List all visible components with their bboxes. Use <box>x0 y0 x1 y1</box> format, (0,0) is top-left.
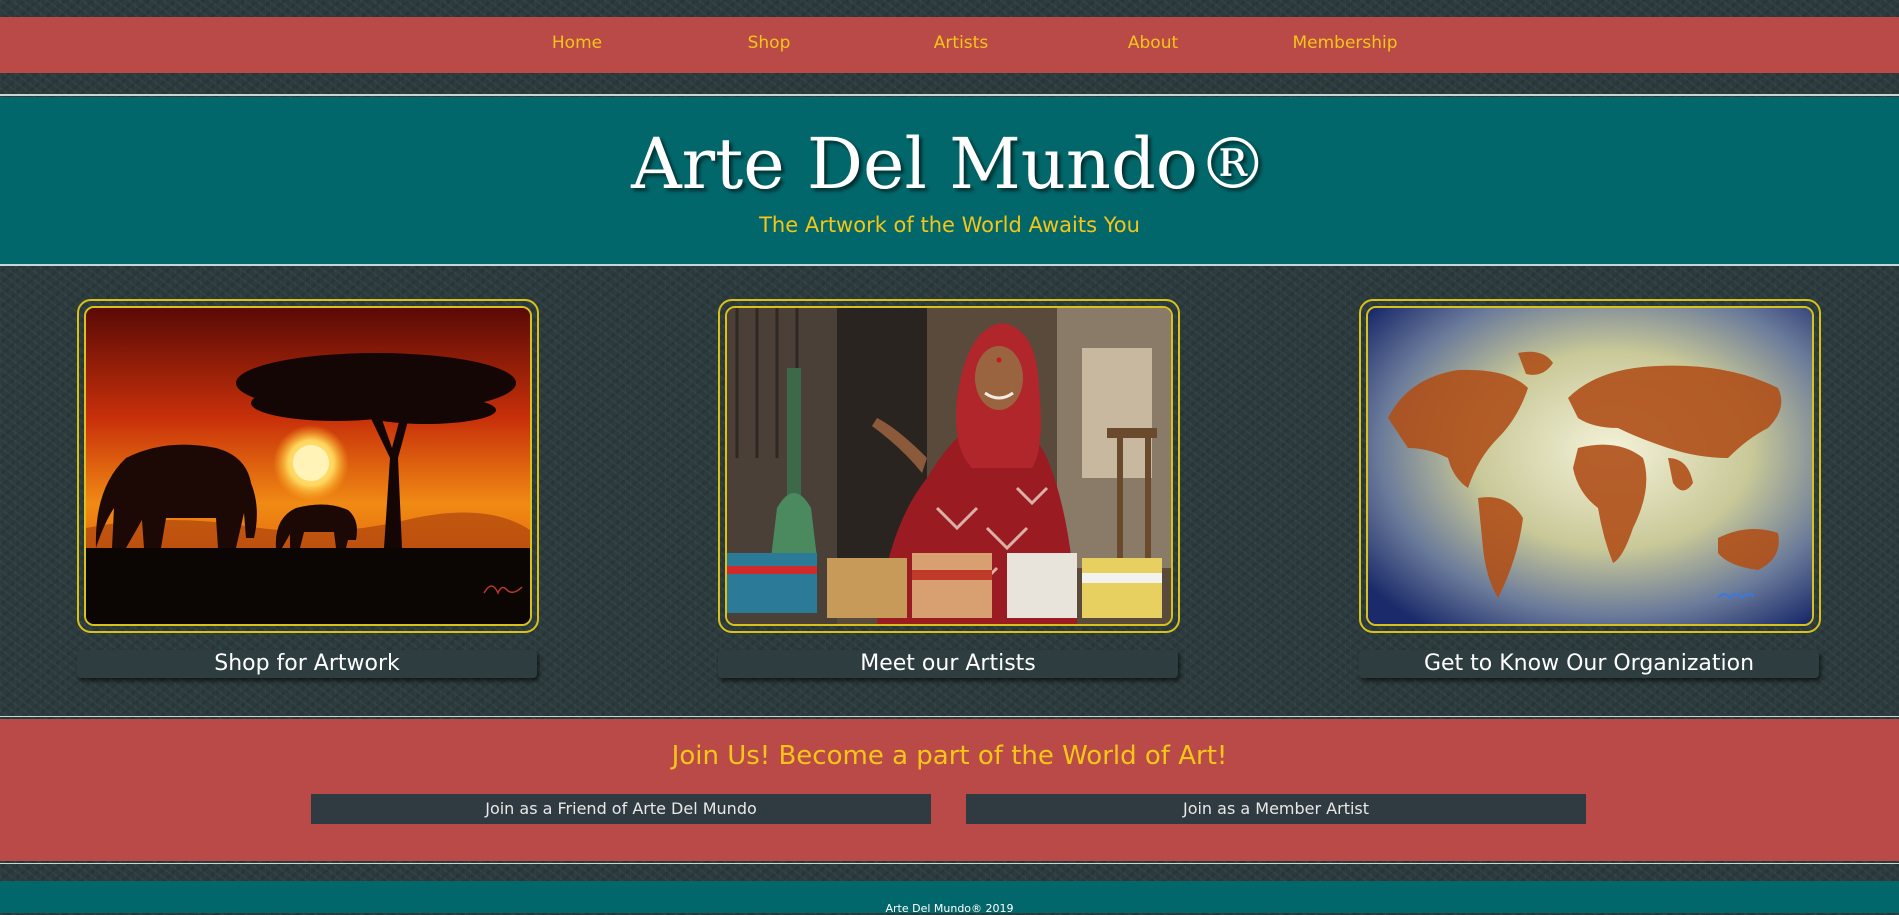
top-navigation: Home Shop Artists About Membership <box>0 17 1899 73</box>
artisan-woman-image[interactable] <box>725 306 1173 626</box>
join-section: Join Us! Become a part of the World of A… <box>0 719 1899 861</box>
nav-about[interactable]: About <box>1128 33 1178 53</box>
site-tagline: The Artwork of the World Awaits You <box>759 213 1140 237</box>
world-map-image[interactable] <box>1366 306 1814 626</box>
copyright-text: Arte Del Mundo® 2019 <box>885 902 1014 915</box>
site-title: Arte Del Mundo® <box>631 123 1268 205</box>
meet-our-artists-button[interactable]: Meet our Artists <box>718 650 1178 678</box>
know-our-organization-button[interactable]: Get to Know Our Organization <box>1359 650 1819 678</box>
nav-shop[interactable]: Shop <box>748 33 791 53</box>
footer-top-rule <box>0 863 1899 864</box>
join-member-artist-button[interactable]: Join as a Member Artist <box>966 794 1586 824</box>
shop-for-artwork-button[interactable]: Shop for Artwork <box>77 650 537 678</box>
join-top-rule <box>0 716 1899 717</box>
nav-artists[interactable]: Artists <box>934 33 988 53</box>
nav-home[interactable]: Home <box>552 33 602 53</box>
join-heading: Join Us! Become a part of the World of A… <box>671 741 1228 771</box>
header-top-rule <box>0 94 1899 96</box>
header-bottom-rule <box>0 264 1899 266</box>
nav-membership[interactable]: Membership <box>1292 33 1397 53</box>
site-footer: Arte Del Mundo® 2019 <box>0 881 1899 915</box>
elephant-sunset-image[interactable] <box>84 306 532 626</box>
site-header: Arte Del Mundo® The Artwork of the World… <box>0 97 1899 264</box>
join-friend-button[interactable]: Join as a Friend of Arte Del Mundo <box>311 794 931 824</box>
